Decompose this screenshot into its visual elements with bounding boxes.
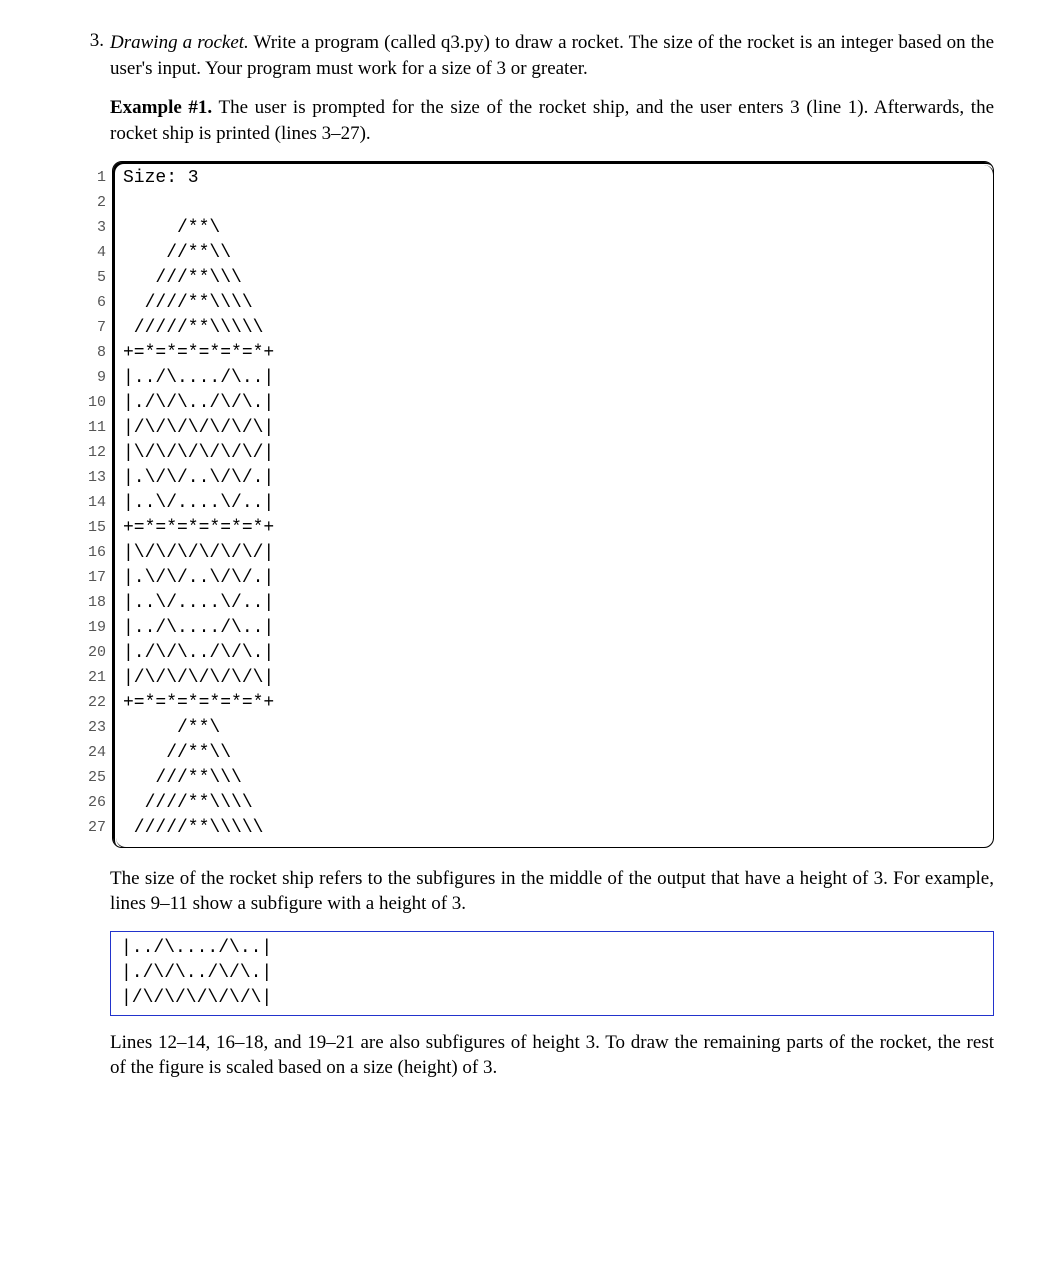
code-line: |../\..../\..|	[123, 366, 983, 391]
subfigure-snippet: |../\..../\..||./\/\../\/\.||/\/\/\/\/\/…	[110, 931, 994, 1016]
line-number: 24	[76, 740, 106, 765]
code-line: //**\\	[123, 241, 983, 266]
intro-paragraph: Drawing a rocket. Write a program (calle…	[110, 30, 994, 81]
line-number: 16	[76, 540, 106, 565]
line-number: 12	[76, 440, 106, 465]
snippet-line: |../\..../\..|	[121, 936, 983, 961]
line-number: 14	[76, 490, 106, 515]
line-number: 11	[76, 415, 106, 440]
code-line: |..\/....\/..|	[123, 591, 983, 616]
line-number: 27	[76, 815, 106, 840]
code-line: |../\..../\..|	[123, 616, 983, 641]
line-number: 25	[76, 765, 106, 790]
code-line: |.\/\/..\/\/.|	[123, 466, 983, 491]
code-line: /**\	[123, 216, 983, 241]
code-line: |./\/\../\/\.|	[123, 641, 983, 666]
example-text: The user is prompted for the size of the…	[110, 97, 994, 144]
snippet-line: |/\/\/\/\/\/\|	[121, 986, 983, 1011]
problem-title: Drawing a rocket.	[110, 32, 249, 53]
problem-number: 3.	[70, 30, 110, 52]
problem-body: Drawing a rocket. Write a program (calle…	[110, 30, 994, 1095]
code-line: /////**\\\\\	[123, 316, 983, 341]
line-number: 13	[76, 465, 106, 490]
line-number: 1	[76, 165, 106, 190]
code-line: /**\	[123, 716, 983, 741]
example-paragraph: Example #1. The user is prompted for the…	[110, 95, 994, 146]
line-number: 3	[76, 215, 106, 240]
code-line: |./\/\../\/\.|	[123, 391, 983, 416]
line-number: 18	[76, 590, 106, 615]
after-code-paragraph: The size of the rocket ship refers to th…	[110, 866, 994, 917]
code-line: |.\/\/..\/\/.|	[123, 566, 983, 591]
line-number: 9	[76, 365, 106, 390]
code-line	[123, 191, 983, 216]
code-line: +=*=*=*=*=*=*+	[123, 691, 983, 716]
code-line: //**\\	[123, 741, 983, 766]
line-number: 23	[76, 715, 106, 740]
line-number: 6	[76, 290, 106, 315]
code-line: ////**\\\\	[123, 791, 983, 816]
code-line: |\/\/\/\/\/\/|	[123, 441, 983, 466]
line-number: 21	[76, 665, 106, 690]
code-line: |\/\/\/\/\/\/|	[123, 541, 983, 566]
code-listing: 1234567891011121314151617181920212223242…	[76, 161, 994, 848]
problem-block: 3. Drawing a rocket. Write a program (ca…	[70, 30, 994, 1095]
line-number: 4	[76, 240, 106, 265]
code-line: |/\/\/\/\/\/\|	[123, 416, 983, 441]
line-number: 8	[76, 340, 106, 365]
code-line: /////**\\\\\	[123, 816, 983, 841]
code-line: +=*=*=*=*=*=*+	[123, 341, 983, 366]
code-line: Size: 3	[123, 166, 983, 191]
line-number: 20	[76, 640, 106, 665]
code-line: ////**\\\\	[123, 291, 983, 316]
page: 3. Drawing a rocket. Write a program (ca…	[0, 0, 1064, 1145]
line-number: 5	[76, 265, 106, 290]
code-line: +=*=*=*=*=*=*+	[123, 516, 983, 541]
code-line: |/\/\/\/\/\/\|	[123, 666, 983, 691]
line-number: 19	[76, 615, 106, 640]
code-line: ///**\\\	[123, 266, 983, 291]
line-number-gutter: 1234567891011121314151617181920212223242…	[76, 161, 112, 848]
line-number: 15	[76, 515, 106, 540]
line-number: 22	[76, 690, 106, 715]
code-line: |..\/....\/..|	[123, 491, 983, 516]
code-frame: Size: 3 /**\ //**\\ ///**\\\ ////**\\\\ …	[112, 161, 994, 848]
line-number: 17	[76, 565, 106, 590]
line-number: 10	[76, 390, 106, 415]
line-number: 2	[76, 190, 106, 215]
final-paragraph: Lines 12–14, 16–18, and 19–21 are also s…	[110, 1030, 994, 1081]
code-line: ///**\\\	[123, 766, 983, 791]
line-number: 7	[76, 315, 106, 340]
example-label: Example #1.	[110, 97, 212, 118]
snippet-line: |./\/\../\/\.|	[121, 961, 983, 986]
line-number: 26	[76, 790, 106, 815]
